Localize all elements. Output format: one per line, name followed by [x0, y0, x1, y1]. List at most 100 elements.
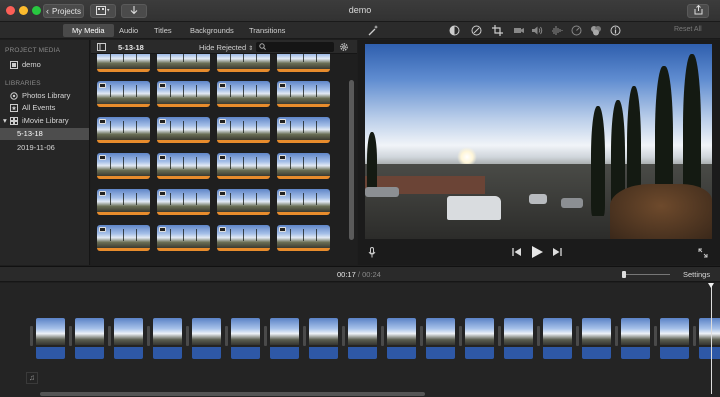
media-thumbnail[interactable] [217, 225, 270, 251]
media-thumbnail[interactable] [97, 81, 150, 107]
media-thumbnail[interactable] [157, 225, 210, 251]
share-button[interactable] [687, 4, 709, 18]
timeline-scrollbar[interactable] [40, 392, 425, 396]
timeline-clip[interactable] [114, 318, 143, 359]
zoom-slider[interactable] [622, 271, 670, 278]
skip-forward-icon[interactable] [553, 248, 562, 258]
clip-transition[interactable] [30, 326, 33, 346]
fullscreen-icon[interactable] [698, 248, 708, 260]
media-thumbnail[interactable] [217, 189, 270, 215]
tab-backgrounds[interactable]: Backgrounds [181, 24, 243, 37]
timeline-clip[interactable] [231, 318, 260, 359]
playhead-marker[interactable] [708, 283, 714, 288]
media-thumbnail[interactable] [97, 54, 150, 72]
media-thumbnail[interactable] [217, 54, 270, 72]
timeline-clip[interactable] [153, 318, 182, 359]
clip-transition[interactable] [498, 326, 501, 346]
clip-transition[interactable] [615, 326, 618, 346]
clip-transition[interactable] [264, 326, 267, 346]
reset-all-button[interactable]: Reset All [674, 26, 702, 33]
clip-transition[interactable] [420, 326, 423, 346]
sidebar-toggle-icon[interactable] [97, 43, 106, 53]
clip-transition[interactable] [693, 326, 696, 346]
clip-transition[interactable] [69, 326, 72, 346]
crop-icon[interactable] [492, 25, 503, 38]
sidebar-item-event-2019-11-06[interactable]: 2019-11-06 [0, 142, 89, 154]
media-thumbnail[interactable] [277, 225, 330, 251]
microphone-icon[interactable] [368, 247, 376, 260]
clip-transition[interactable] [537, 326, 540, 346]
sidebar-item-photos-library[interactable]: Photos Library [0, 90, 89, 102]
timeline-clip[interactable] [36, 318, 65, 359]
timeline-clip[interactable] [75, 318, 104, 359]
media-thumbnail[interactable] [277, 54, 330, 72]
sidebar-item-project[interactable]: demo [0, 59, 89, 71]
clip-transition[interactable] [342, 326, 345, 346]
timeline-clip[interactable] [543, 318, 572, 359]
media-thumbnail[interactable] [157, 81, 210, 107]
clip-transition[interactable] [303, 326, 306, 346]
media-thumbnail[interactable] [157, 54, 210, 72]
sidebar-item-all-events[interactable]: All Events [0, 102, 89, 114]
tab-audio[interactable]: Audio [110, 24, 147, 37]
clip-transition[interactable] [186, 326, 189, 346]
speed-icon[interactable] [571, 25, 582, 38]
filter-dropdown[interactable]: Hide Rejected ⇕ [199, 43, 253, 52]
timeline-clip[interactable] [699, 318, 720, 359]
disclosure-triangle-icon[interactable]: ▾ [3, 115, 7, 127]
media-thumbnail[interactable] [217, 81, 270, 107]
media-thumbnail[interactable] [157, 153, 210, 179]
tab-my-media[interactable]: My Media [63, 24, 114, 37]
sidebar-item-imovie-library[interactable]: ▾ iMovie Library [0, 115, 89, 127]
clip-transition[interactable] [459, 326, 462, 346]
skip-back-icon[interactable] [512, 248, 521, 258]
clip-transition[interactable] [147, 326, 150, 346]
timeline-clip[interactable] [192, 318, 221, 359]
settings-button[interactable]: Settings [683, 270, 710, 279]
tab-titles[interactable]: Titles [145, 24, 181, 37]
search-field[interactable] [256, 42, 334, 52]
info-icon[interactable] [610, 25, 621, 38]
zoom-slider-knob[interactable] [622, 271, 626, 278]
media-thumbnail[interactable] [97, 189, 150, 215]
timeline-clip[interactable] [348, 318, 377, 359]
media-thumbnail[interactable] [157, 117, 210, 143]
media-thumbnail[interactable] [97, 225, 150, 251]
media-thumbnail[interactable] [97, 153, 150, 179]
timeline-clip[interactable] [426, 318, 455, 359]
media-thumbnail[interactable] [277, 153, 330, 179]
browser-scrollbar[interactable] [349, 80, 354, 240]
media-thumbnail[interactable] [157, 189, 210, 215]
clip-filter-icon[interactable] [590, 25, 602, 38]
color-balance-icon[interactable] [449, 25, 460, 38]
timeline-clip[interactable] [465, 318, 494, 359]
clip-transition[interactable] [576, 326, 579, 346]
volume-icon[interactable] [531, 25, 543, 38]
media-thumbnail[interactable] [217, 117, 270, 143]
media-thumbnail[interactable] [277, 117, 330, 143]
clip-transition[interactable] [108, 326, 111, 346]
gear-icon[interactable] [339, 42, 349, 54]
sidebar-item-event-5-13-18[interactable]: 5-13-18 [0, 128, 89, 140]
music-note-icon[interactable]: ♫ [26, 372, 38, 384]
magic-wand-icon[interactable] [368, 25, 379, 38]
clip-transition[interactable] [654, 326, 657, 346]
timeline-clip[interactable] [270, 318, 299, 359]
media-thumbnail[interactable] [277, 189, 330, 215]
noise-reduction-icon[interactable] [551, 25, 563, 38]
media-thumbnail[interactable] [277, 81, 330, 107]
clip-transition[interactable] [225, 326, 228, 346]
timeline-clip[interactable] [504, 318, 533, 359]
timeline-clip[interactable] [621, 318, 650, 359]
stabilization-icon[interactable] [513, 25, 525, 38]
clip-transition[interactable] [381, 326, 384, 346]
timeline-clip[interactable] [387, 318, 416, 359]
timeline-clip[interactable] [660, 318, 689, 359]
timeline-clip[interactable] [309, 318, 338, 359]
media-thumbnail[interactable] [217, 153, 270, 179]
media-thumbnail[interactable] [97, 117, 150, 143]
timeline-clip[interactable] [582, 318, 611, 359]
tab-transitions[interactable]: Transitions [240, 24, 294, 37]
playhead[interactable] [711, 284, 712, 394]
color-correction-icon[interactable] [471, 25, 482, 38]
